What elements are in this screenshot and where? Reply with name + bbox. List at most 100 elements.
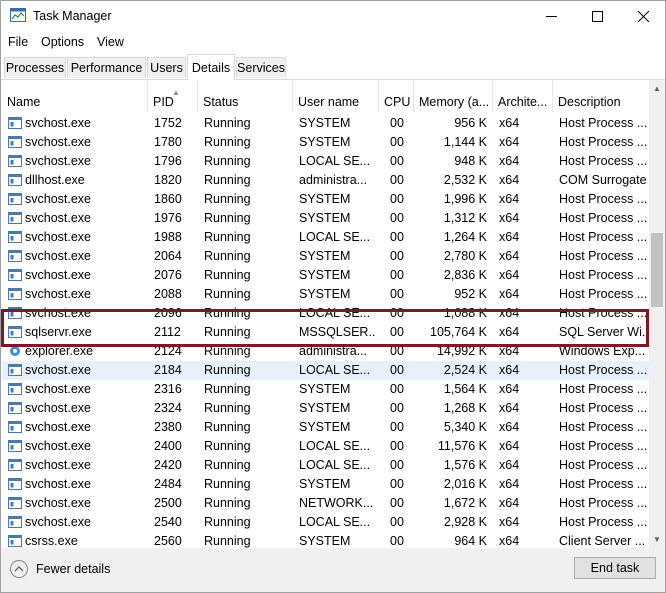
service-icon <box>8 326 22 338</box>
table-row[interactable]: svchost.exe 2380 Running SYSTEM 00 5,340 K x64… <box>2 418 649 437</box>
table-row[interactable]: svchost.exe 2076 Running SYSTEM 00 2,836 K x64… <box>2 266 649 285</box>
table-row[interactable]: svchost.exe 2324 Running SYSTEM 00 1,268 K x64… <box>2 399 649 418</box>
table-row[interactable]: svchost.exe 1976 Running SYSTEM 00 1,312 K x64… <box>2 209 649 228</box>
process-arch: x64 <box>499 401 520 415</box>
table-row[interactable]: sqlservr.exe 2112 Running MSSQLSER... 00 105,… <box>2 323 649 342</box>
minimize-button[interactable] <box>528 1 574 31</box>
process-cpu: 00 <box>390 192 404 206</box>
process-name: svchost.exe <box>25 382 92 396</box>
process-cpu: 00 <box>390 230 404 244</box>
column-architecture[interactable]: Archite... <box>493 80 553 112</box>
process-arch: x64 <box>499 249 520 263</box>
column-memory[interactable]: Memory (a... <box>414 80 493 112</box>
process-name: svchost.exe <box>25 116 92 130</box>
scrollbar-thumb[interactable] <box>651 233 663 307</box>
process-user: administra... <box>299 344 368 358</box>
chevron-up-icon <box>14 566 24 572</box>
service-icon <box>8 250 22 262</box>
fewer-details-icon[interactable] <box>10 560 28 578</box>
column-status[interactable]: Status <box>198 80 293 112</box>
task-manager-icon <box>10 8 26 22</box>
process-status: Running <box>204 287 251 301</box>
close-button[interactable] <box>620 1 665 31</box>
process-name: explorer.exe <box>25 344 94 358</box>
process-desc: Host Process ... <box>559 382 648 396</box>
tab-details[interactable]: Details <box>187 54 235 80</box>
column-description[interactable]: Description <box>553 80 649 112</box>
process-desc: Windows Exp... <box>559 344 646 358</box>
process-cpu: 00 <box>390 116 404 130</box>
service-icon <box>8 307 22 319</box>
table-row[interactable]: svchost.exe 1796 Running LOCAL SE... 00 948 K… <box>2 152 649 171</box>
process-user: SYSTEM <box>299 116 351 130</box>
table-row[interactable]: svchost.exe 1860 Running SYSTEM 00 1,996 K x64… <box>2 190 649 209</box>
tab-users[interactable]: Users <box>147 57 186 78</box>
column-name[interactable]: Name <box>2 80 148 112</box>
process-status: Running <box>204 325 251 339</box>
column-cpu[interactable]: CPU <box>379 80 414 112</box>
process-status: Running <box>204 268 251 282</box>
table-row[interactable]: dllhost.exe 1820 Running administra... 00 2,5… <box>2 171 649 190</box>
process-mem: 1,312 K <box>443 211 487 225</box>
table-row[interactable]: svchost.exe 2540 Running LOCAL SE... 00 2,928… <box>2 513 649 532</box>
process-arch: x64 <box>499 306 520 320</box>
process-user: SYSTEM <box>299 192 351 206</box>
table-row[interactable]: explorer.exe 2124 Running administra... 00 14… <box>2 342 649 361</box>
process-pid: 2064 <box>154 249 182 263</box>
service-icon <box>8 440 22 452</box>
process-user: SYSTEM <box>299 268 351 282</box>
process-desc: Host Process ... <box>559 135 648 149</box>
table-row[interactable]: svchost.exe 2088 Running SYSTEM 00 952 K x64 Ho… <box>2 285 649 304</box>
process-name: svchost.exe <box>25 287 92 301</box>
service-icon <box>8 402 22 414</box>
scroll-down-icon[interactable]: ▼ <box>649 531 665 548</box>
menu-file[interactable]: File <box>8 35 28 49</box>
process-desc: Host Process ... <box>559 363 648 377</box>
minimize-icon <box>545 15 557 17</box>
process-mem: 956 K <box>454 116 487 130</box>
process-desc: Host Process ... <box>559 192 648 206</box>
process-pid: 1796 <box>154 154 182 168</box>
title-bar[interactable]: Task Manager <box>1 1 665 31</box>
process-pid: 2124 <box>154 344 182 358</box>
scroll-up-icon[interactable]: ▲ <box>649 80 665 97</box>
table-row[interactable]: csrss.exe 2560 Running SYSTEM 00 964 K x64 Clie… <box>2 532 649 548</box>
process-arch: x64 <box>499 173 520 187</box>
process-mem: 1,144 K <box>443 135 487 149</box>
process-desc: Host Process ... <box>559 496 648 510</box>
process-pid: 1988 <box>154 230 182 244</box>
tab-processes[interactable]: Processes <box>4 57 66 78</box>
process-cpu: 00 <box>390 420 404 434</box>
table-row[interactable]: svchost.exe 2420 Running LOCAL SE... 00 1,576… <box>2 456 649 475</box>
process-name: svchost.exe <box>25 515 92 529</box>
table-row[interactable]: svchost.exe 2500 Running NETWORK... 00 1,672 … <box>2 494 649 513</box>
table-row[interactable]: svchost.exe 2064 Running SYSTEM 00 2,780 K x64… <box>2 247 649 266</box>
process-pid: 2560 <box>154 534 182 548</box>
end-task-button[interactable]: End task <box>574 557 656 579</box>
tab-services[interactable]: Services <box>236 57 286 78</box>
process-arch: x64 <box>499 344 520 358</box>
process-status: Running <box>204 477 251 491</box>
explorer-icon <box>10 346 20 356</box>
tab-performance[interactable]: Performance <box>67 57 146 78</box>
maximize-button[interactable] <box>574 1 620 31</box>
process-pid: 1780 <box>154 135 182 149</box>
table-row[interactable]: svchost.exe 1752 Running SYSTEM 00 956 K x64 Ho… <box>2 114 649 133</box>
process-arch: x64 <box>499 325 520 339</box>
process-user: NETWORK... <box>299 496 374 510</box>
table-row[interactable]: svchost.exe 1780 Running SYSTEM 00 1,144 K x64… <box>2 133 649 152</box>
table-row[interactable]: svchost.exe 2096 Running LOCAL SE... 00 1,088… <box>2 304 649 323</box>
table-row[interactable]: svchost.exe 1988 Running LOCAL SE... 00 1,264… <box>2 228 649 247</box>
service-icon <box>8 231 22 243</box>
service-icon <box>8 478 22 490</box>
menu-view[interactable]: View <box>97 35 124 49</box>
fewer-details-link[interactable]: Fewer details <box>36 562 110 576</box>
table-row[interactable]: svchost.exe 2484 Running SYSTEM 00 2,016 K x64… <box>2 475 649 494</box>
column-user-name[interactable]: User name <box>293 80 379 112</box>
process-cpu: 00 <box>390 173 404 187</box>
menu-options[interactable]: Options <box>41 35 84 49</box>
table-row[interactable]: svchost.exe 2400 Running LOCAL SE... 00 11,57… <box>2 437 649 456</box>
vertical-scrollbar[interactable]: ▲ ▼ <box>649 80 665 548</box>
table-row[interactable]: svchost.exe 2184 Running LOCAL SE... 00 2,524… <box>2 361 649 380</box>
table-row[interactable]: svchost.exe 2316 Running SYSTEM 00 1,564 K x64… <box>2 380 649 399</box>
